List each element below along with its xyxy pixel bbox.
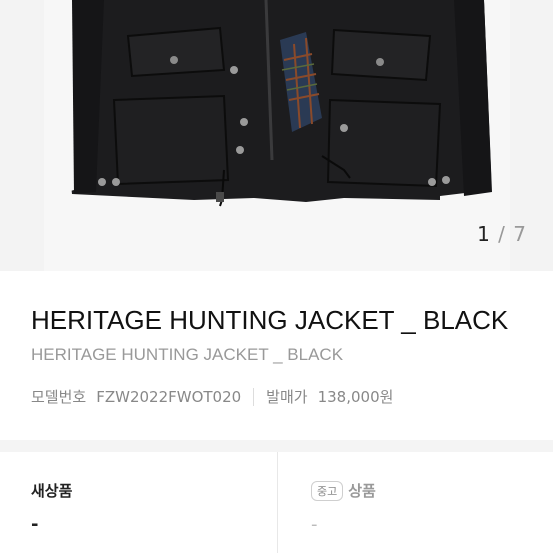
- new-condition-price: -: [31, 514, 39, 535]
- product-photo[interactable]: [44, 0, 510, 271]
- used-condition-option[interactable]: 중고 상품 -: [277, 452, 553, 553]
- product-subtitle: HERITAGE HUNTING JACKET _ BLACK: [31, 345, 344, 364]
- pager-total: 7: [513, 222, 527, 246]
- pager-separator: /: [498, 222, 506, 246]
- release-price-value: 138,000원: [317, 388, 394, 406]
- model-number-value: FZW2022FWOT020: [96, 387, 242, 406]
- meta-divider: [253, 387, 255, 406]
- model-number-label: 모델번호: [31, 388, 87, 406]
- product-image-gallery[interactable]: 1 / 7: [0, 0, 553, 271]
- used-condition-label-wrap: 중고 상품: [311, 480, 376, 501]
- new-condition-option[interactable]: 새상품 -: [0, 452, 276, 553]
- used-condition-label: 상품: [348, 482, 376, 500]
- new-condition-label: 새상품: [31, 482, 73, 500]
- used-condition-price: -: [311, 514, 318, 535]
- section-divider: [0, 440, 553, 452]
- pager-current: 1: [477, 222, 491, 246]
- image-pager: 1 / 7: [477, 222, 527, 246]
- product-meta: 모델번호 FZW2022FWOT020 발매가 138,000원: [31, 386, 393, 407]
- release-price-label: 발매가: [266, 388, 308, 406]
- product-title: HERITAGE HUNTING JACKET _ BLACK: [31, 305, 509, 335]
- used-badge: 중고: [311, 480, 344, 501]
